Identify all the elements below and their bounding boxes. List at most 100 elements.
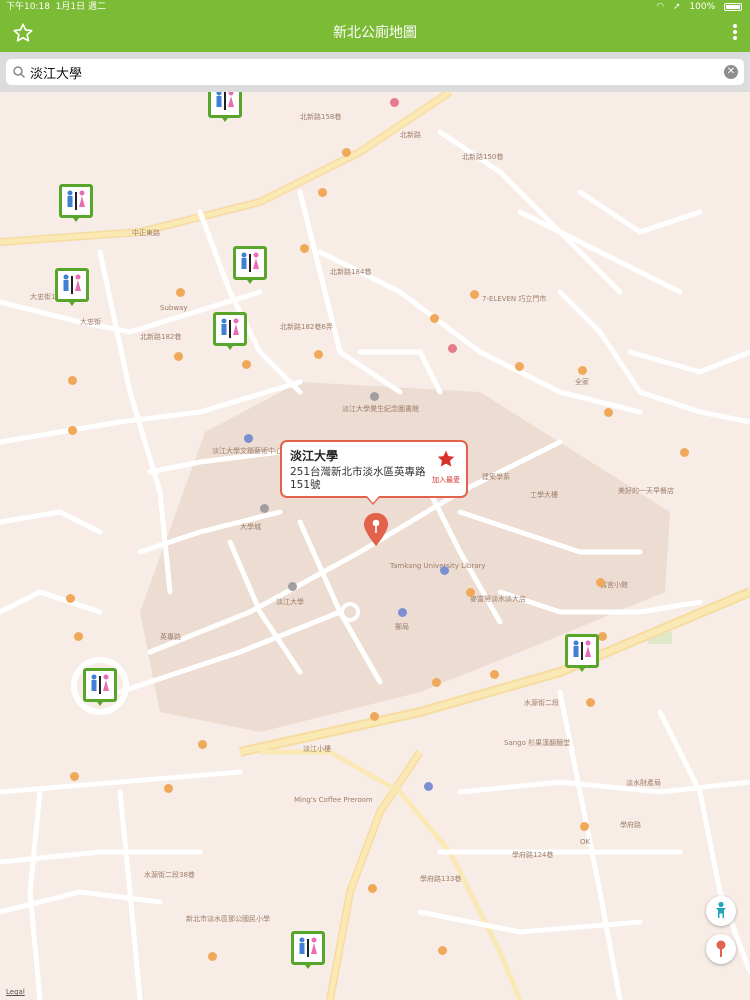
wifi-icon: ◠ — [656, 2, 665, 12]
map-pin-icon[interactable] — [362, 512, 390, 548]
map-label: 學府路 — [620, 821, 641, 829]
poi-marker — [398, 608, 407, 617]
poi-marker — [342, 148, 351, 157]
search-bar: ✕ — [0, 52, 750, 92]
poi-marker — [70, 772, 79, 781]
map-label: 淡水財產局 — [626, 779, 661, 787]
poi-marker — [490, 670, 499, 679]
poi-marker — [68, 376, 77, 385]
poi-marker — [288, 582, 297, 591]
map-label: 全家 — [575, 378, 589, 386]
toilet-pin-icon[interactable] — [59, 184, 93, 224]
status-icons: ◠ ➚ 100% — [650, 0, 742, 14]
map-label: 郵局 — [395, 623, 409, 631]
location-arrow-icon: ➚ — [672, 2, 681, 12]
map-label: 建築學系 — [482, 473, 510, 481]
poi-marker — [174, 352, 183, 361]
poi-marker — [466, 588, 475, 597]
favorite-star-icon[interactable] — [436, 449, 456, 469]
map-label: 北新路 — [400, 131, 421, 139]
map-label: 新北市淡水區鄧公國民小學 — [186, 915, 270, 923]
poi-marker — [370, 712, 379, 721]
status-time-date: 下午10:18 1月1日 週二 — [6, 0, 106, 14]
more-vertical-icon[interactable] — [730, 22, 740, 44]
map-label: 淡江大學 — [276, 598, 304, 606]
poi-marker — [440, 566, 449, 575]
poi-marker — [680, 448, 689, 457]
poi-marker — [424, 782, 433, 791]
app-title: 新北公廁地圖 — [333, 25, 417, 41]
poi-marker — [470, 290, 479, 299]
poi-marker — [74, 632, 83, 641]
map-label: 北新路158巷 — [300, 113, 342, 121]
callout-title: 淡江大學 — [290, 449, 339, 463]
add-favorite-label[interactable]: 加入最愛 — [432, 475, 460, 485]
poi-marker — [438, 946, 447, 955]
place-pin-icon[interactable] — [706, 934, 736, 964]
search-box: ✕ — [6, 59, 744, 85]
toilet-pin-icon[interactable] — [83, 668, 117, 708]
map-label: 北新路150巷 — [462, 153, 504, 161]
map-label: 北新路182巷 — [140, 333, 182, 341]
poi-marker — [300, 244, 309, 253]
poi-marker — [432, 678, 441, 687]
map-label: 大學城 — [240, 523, 261, 531]
poi-marker — [66, 594, 75, 603]
poi-marker — [368, 884, 377, 893]
poi-marker — [176, 288, 185, 297]
poi-marker — [164, 784, 173, 793]
poi-marker — [390, 98, 399, 107]
search-icon — [12, 64, 26, 79]
place-callout[interactable]: 淡江大學 251台灣新北市淡水區英專路151號 加入最愛 — [280, 440, 468, 498]
map-label: OK — [580, 838, 591, 846]
poi-marker — [318, 188, 327, 197]
map-view[interactable]: 北新路 北新路150巷 北新路158巷 北新路184巷 北新路182巷 北新路1… — [0, 92, 750, 1000]
map-label: Ming's Coffee Preroom — [294, 796, 373, 804]
map-label: 學府路124巷 — [512, 851, 554, 859]
map-label: Subway — [160, 304, 188, 312]
map-label: 淡江大學文錙藝術中心 — [212, 447, 282, 455]
poi-marker — [370, 392, 379, 401]
map-label: 學府路133巷 — [420, 875, 462, 883]
map-label: 淡江大學覺生紀念圖書館 — [342, 405, 419, 413]
map-label: 北新路184巷 — [330, 268, 372, 276]
status-bar: 下午10:18 1月1日 週二 ◠ ➚ 100% — [0, 0, 750, 14]
battery-percent: 100% — [689, 2, 716, 12]
toilet-pin-icon[interactable] — [55, 268, 89, 308]
map-label: 美好的一天早餐店 — [618, 487, 674, 495]
poi-marker — [244, 434, 253, 443]
status-time: 下午10:18 — [6, 2, 50, 12]
toilet-pin-icon[interactable] — [233, 246, 267, 286]
toilet-pin-icon[interactable] — [565, 634, 599, 674]
status-date: 1月1日 週二 — [55, 2, 106, 12]
poi-marker — [596, 578, 605, 587]
callout-pointer-inner — [367, 496, 379, 503]
map-label: 英專路 — [160, 633, 181, 641]
poi-marker — [68, 426, 77, 435]
toilet-pin-icon[interactable] — [208, 92, 242, 124]
clear-icon[interactable]: ✕ — [724, 65, 738, 79]
map-label: 水源街二段 — [524, 699, 559, 707]
person-icon[interactable] — [706, 896, 736, 926]
poi-marker — [604, 408, 613, 417]
map-label: 大忠街 — [80, 318, 101, 326]
poi-marker — [430, 314, 439, 323]
poi-marker — [580, 822, 589, 831]
poi-marker — [515, 362, 524, 371]
toilet-pin-icon[interactable] — [213, 312, 247, 352]
map-label: 7-ELEVEN 巧立門市 — [482, 295, 547, 303]
poi-marker — [314, 350, 323, 359]
poi-marker — [242, 360, 251, 369]
map-label: 中正東路 — [132, 229, 160, 237]
poi-marker — [598, 632, 607, 641]
search-input[interactable] — [30, 59, 710, 85]
map-label: 工學大樓 — [530, 491, 558, 499]
callout-address: 251台灣新北市淡水區英專路151號 — [290, 466, 426, 491]
map-label: Sango 杉果漢翻麵堂 — [504, 739, 571, 747]
poi-marker — [586, 698, 595, 707]
legal-link[interactable]: Legal — [6, 988, 25, 996]
map-label: 北新路182巷6弄 — [280, 323, 333, 331]
app-bar: 新北公廁地圖 — [0, 14, 750, 52]
map-label: 水源街二段38巷 — [144, 871, 195, 879]
toilet-pin-icon[interactable] — [291, 931, 325, 971]
